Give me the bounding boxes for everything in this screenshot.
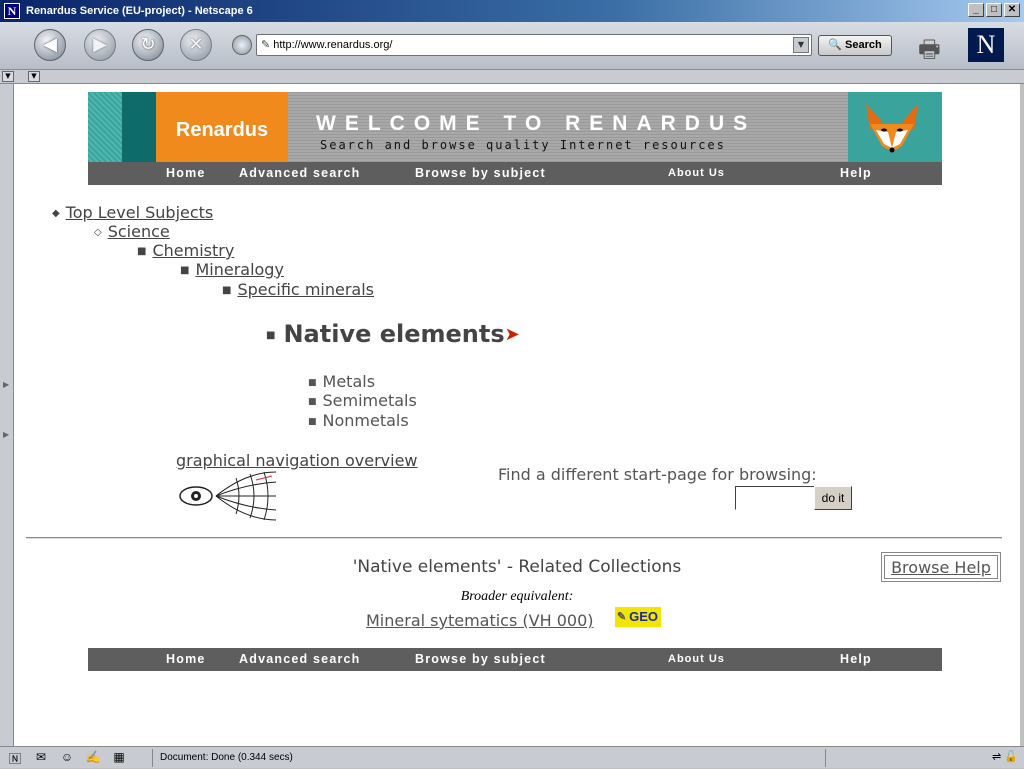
top-menu-bar: Home Advanced search Browse by subject A… [88,162,942,185]
maximize-button[interactable]: □ [986,3,1002,17]
browse-help-label[interactable]: Browse Help [884,555,998,579]
url-text[interactable]: http://www.renardus.org/ [261,35,392,55]
bullet-icon: ◆ [52,208,60,219]
instant-messenger-icon[interactable]: ☺ [58,750,76,767]
list-item[interactable]: ■ Nonmetals [308,411,409,430]
window-controls: _ □ ✕ [968,3,1020,17]
window-title: Renardus Service (EU-project) - Netscape… [26,5,253,17]
horizontal-divider [26,537,1002,539]
do-it-button[interactable]: do it [814,486,852,510]
start-page-input[interactable] [735,486,815,510]
navigation-toolbar: ◀ ▶ ↻ ✕ http://www.renardus.org/ ▼ 🔍 Sea… [0,22,1024,70]
back-icon[interactable]: ◀ [34,29,66,61]
bullet-icon: ◇ [94,227,102,238]
window-title-bar: N Renardus Service (EU-project) - Netsca… [0,0,1024,22]
status-message: Document: Done (0.344 secs) [160,752,293,763]
bullet-icon: ■ [308,417,317,427]
breadcrumb-item: ◇ Science [94,222,170,241]
breadcrumb-mineralogy[interactable]: Mineralogy [195,260,283,279]
search-button[interactable]: 🔍 Search [818,35,892,56]
breadcrumb-chemistry[interactable]: Chemistry [152,241,234,260]
address-book-icon[interactable]: ▦ [110,750,128,767]
print-icon[interactable]: 🖶 [918,32,941,73]
composer-icon[interactable]: ✍ [84,750,102,767]
list-item[interactable]: ■ Semimetals [308,391,417,410]
status-separator [152,749,153,767]
bullet-icon: ■ [308,397,317,407]
breadcrumb-science[interactable]: Science [108,222,170,241]
breadcrumb-specific-minerals[interactable]: Specific minerals [237,280,374,299]
history-dropdown-icon[interactable] [232,35,252,55]
netscape-app-icon: N [4,3,20,19]
security-lock-icon[interactable]: ⇌ 🔓 [992,750,1018,763]
sidebar-grip-icon[interactable]: ▶ [3,430,9,439]
breadcrumb-item: ■ Chemistry [137,241,234,260]
child-semimetals[interactable]: Semimetals [323,391,417,410]
netscape-logo-icon[interactable]: N [968,28,1004,62]
renardus-logo[interactable]: Renardus [156,92,288,162]
current-category: ■ Native elements➤ [266,320,520,348]
menu-about-us[interactable]: About Us [668,162,725,185]
pointer-arrow-icon: ➤ [504,324,520,345]
page-content: Renardus WELCOME TO RENARDUS Search and … [14,84,1020,746]
graphical-navigation-link[interactable]: graphical navigation overview [176,451,418,470]
breadcrumb-top-level-subjects[interactable]: Top Level Subjects [66,203,214,222]
bullet-icon: ■ [180,265,190,276]
status-separator [825,749,826,767]
current-category-title: Native elements [283,320,505,348]
banner-tagline: Search and browse quality Internet resou… [320,138,726,152]
status-bar: 🄽 ✉ ☺ ✍ ▦ Document: Done (0.344 secs) ⇌ … [0,746,1024,768]
breadcrumb-item: ■ Specific minerals [222,280,374,299]
list-item[interactable]: ■ Metals [308,372,375,391]
sidebar-grip-icon[interactable]: ▶ [3,380,9,389]
bullet-icon: ■ [308,378,317,388]
collapse-toolbar-icon[interactable]: ▼ [28,71,40,82]
collapse-toolbar-icon[interactable]: ▼ [2,71,14,82]
status-icons: 🄽 ✉ ☺ ✍ ▦ [6,750,128,767]
sidebar-strip[interactable]: ▶ ▶ [0,84,14,746]
menu-home[interactable]: Home [166,162,206,185]
mineral-systematics-link[interactable]: Mineral sytematics (VH 000) [366,611,593,630]
menu-browse-by-subject[interactable]: Browse by subject [415,162,546,185]
bullet-icon: ■ [137,246,147,257]
forward-icon[interactable]: ▶ [84,29,116,61]
bullet-icon: ■ [222,285,232,296]
child-nonmetals[interactable]: Nonmetals [323,411,409,430]
renardus-banner: Renardus WELCOME TO RENARDUS Search and … [88,92,942,162]
menu-about-us[interactable]: About Us [668,648,725,671]
close-button[interactable]: ✕ [1004,3,1020,17]
menu-browse-by-subject[interactable]: Browse by subject [415,648,546,671]
breadcrumb-item: ◆ Top Level Subjects [52,203,213,222]
related-collections-title: 'Native elements' - Related Collections [352,557,682,577]
fox-logo-block [848,92,942,162]
breadcrumb-item: ■ Mineralogy [180,260,284,279]
bottom-menu-bar: Home Advanced search Browse by subject A… [88,648,942,671]
stop-icon[interactable]: ✕ [180,29,212,61]
bullet-icon: ■ [266,330,276,341]
broader-equivalent-label: Broader equivalent: [460,589,574,604]
fox-icon [866,104,918,153]
banner-stripe [122,92,156,162]
geo-badge[interactable]: GEO [615,607,661,627]
menu-help[interactable]: Help [840,162,872,185]
menu-advanced-search[interactable]: Advanced search [239,648,361,671]
url-bar[interactable]: http://www.renardus.org/ ▼ [256,34,812,56]
personal-toolbar: ▼ ▼ [0,70,1024,84]
reload-icon[interactable]: ↻ [132,29,164,61]
banner-welcome-block: WELCOME TO RENARDUS Search and browse qu… [288,92,848,162]
navigator-icon[interactable]: 🄽 [6,750,24,767]
menu-advanced-search[interactable]: Advanced search [239,162,361,185]
menu-home[interactable]: Home [166,648,206,671]
menu-help[interactable]: Help [840,648,872,671]
url-dropdown-icon[interactable]: ▼ [793,37,809,53]
welcome-heading: WELCOME TO RENARDUS [316,112,757,135]
find-start-page-label: Find a different start-page for browsing… [498,465,817,484]
mail-icon[interactable]: ✉ [32,750,50,767]
eye-navigation-icon[interactable] [176,470,280,522]
child-metals[interactable]: Metals [323,372,376,391]
minimize-button[interactable]: _ [968,3,984,17]
browse-help-button[interactable]: Browse Help [881,552,1001,582]
